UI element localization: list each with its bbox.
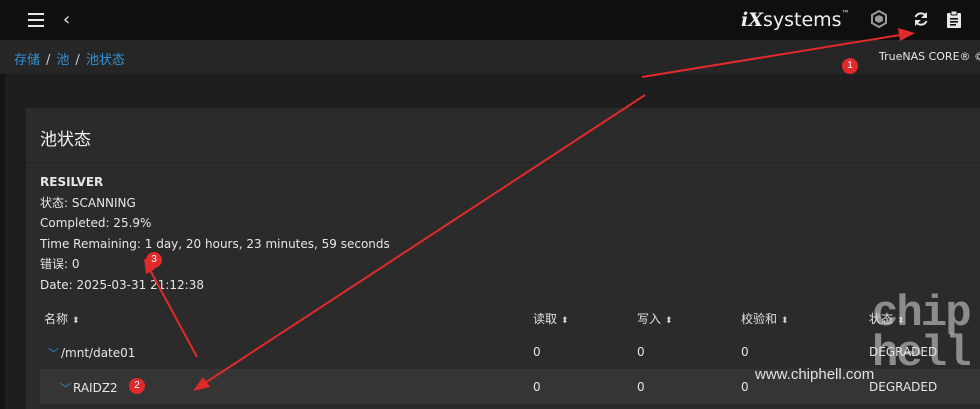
breadcrumb-pools[interactable]: 池: [56, 53, 69, 68]
row-write: 0: [637, 380, 645, 394]
chevron-down-icon[interactable]: ﹀: [48, 347, 59, 360]
column-name[interactable]: 名称 ⬍: [44, 310, 80, 327]
sort-icon: ⬍: [665, 316, 673, 326]
annotation-badge: 1: [842, 58, 858, 74]
row-read: 0: [533, 345, 541, 359]
chevron-down-icon[interactable]: ﹀: [60, 382, 71, 395]
breadcrumb-separator: /: [46, 53, 51, 68]
row-name[interactable]: ﹀ RAIDZ2: [60, 380, 118, 396]
row-checksum: 0: [741, 380, 749, 394]
truecommand-icon[interactable]: [869, 9, 889, 30]
table-row[interactable]: ﹀/mnt/date01 0 0 0 DEGRADED: [26, 334, 980, 369]
sort-icon: ⬍: [561, 316, 569, 326]
chevron-left-icon[interactable]: ‹: [63, 9, 70, 30]
column-checksum[interactable]: 校验和 ⬍: [741, 310, 789, 327]
pool-status-card: 池状态 RESILVER 状态: SCANNING Completed: 25.…: [26, 108, 980, 409]
sort-icon: ⬍: [781, 316, 789, 326]
scan-type: RESILVER: [40, 175, 104, 189]
annotation-badge: 3: [146, 252, 162, 268]
pool-table: 名称 ⬍ 读取 ⬍ 写入 ⬍ 校验和 ⬍ 状态 ⬍ ﹀/mnt/date01 0 0 0 …: [26, 300, 980, 404]
top-toolbar: ‹ iXsystems™: [0, 0, 980, 40]
clipboard-icon[interactable]: [944, 10, 964, 30]
product-name: TrueNAS CORE® ©: [879, 50, 980, 63]
scan-completed: Completed: 25.9%: [40, 216, 152, 230]
chiphell-logo-watermark: chip hell: [872, 289, 972, 379]
refresh-icon[interactable]: [911, 10, 931, 30]
scan-state: 状态: SCANNING: [40, 195, 136, 210]
row-status: DEGRADED: [869, 380, 938, 394]
column-read[interactable]: 读取 ⬍: [533, 310, 569, 327]
ixsystems-logo: iXsystems™: [741, 9, 850, 31]
breadcrumb-separator: /: [75, 53, 80, 68]
row-name[interactable]: ﹀/mnt/date01: [48, 345, 135, 361]
scan-date: Date: 2025-03-31 21:12:38: [40, 277, 204, 292]
breadcrumb-bar: 存储 / 池 / 池状态 TrueNAS CORE® ©: [0, 40, 980, 74]
scan-time-remaining: Time Remaining: 1 day, 20 hours, 23 minu…: [40, 236, 390, 251]
column-write[interactable]: 写入 ⬍: [637, 310, 673, 327]
breadcrumb: 存储 / 池 / 池状态: [14, 49, 125, 68]
scan-info: RESILVER 状态: SCANNING Completed: 25.9% T…: [40, 172, 390, 295]
sort-icon: ⬍: [72, 316, 80, 326]
hamburger-menu-icon[interactable]: [28, 13, 44, 27]
card-header: 池状态: [26, 108, 980, 163]
page-title: 池状态: [40, 130, 91, 150]
scan-errors: 错误: 0: [40, 257, 80, 271]
row-checksum: 0: [741, 345, 749, 359]
row-write: 0: [637, 345, 645, 359]
row-read: 0: [533, 380, 541, 394]
site-watermark: www.chiphell.com: [755, 366, 875, 383]
breadcrumb-storage[interactable]: 存储: [14, 53, 40, 68]
sidebar-edge: [0, 74, 5, 409]
breadcrumb-pool-status[interactable]: 池状态: [86, 53, 125, 68]
table-header: 名称 ⬍ 读取 ⬍ 写入 ⬍ 校验和 ⬍ 状态 ⬍: [26, 300, 980, 334]
annotation-badge: 2: [129, 378, 145, 394]
